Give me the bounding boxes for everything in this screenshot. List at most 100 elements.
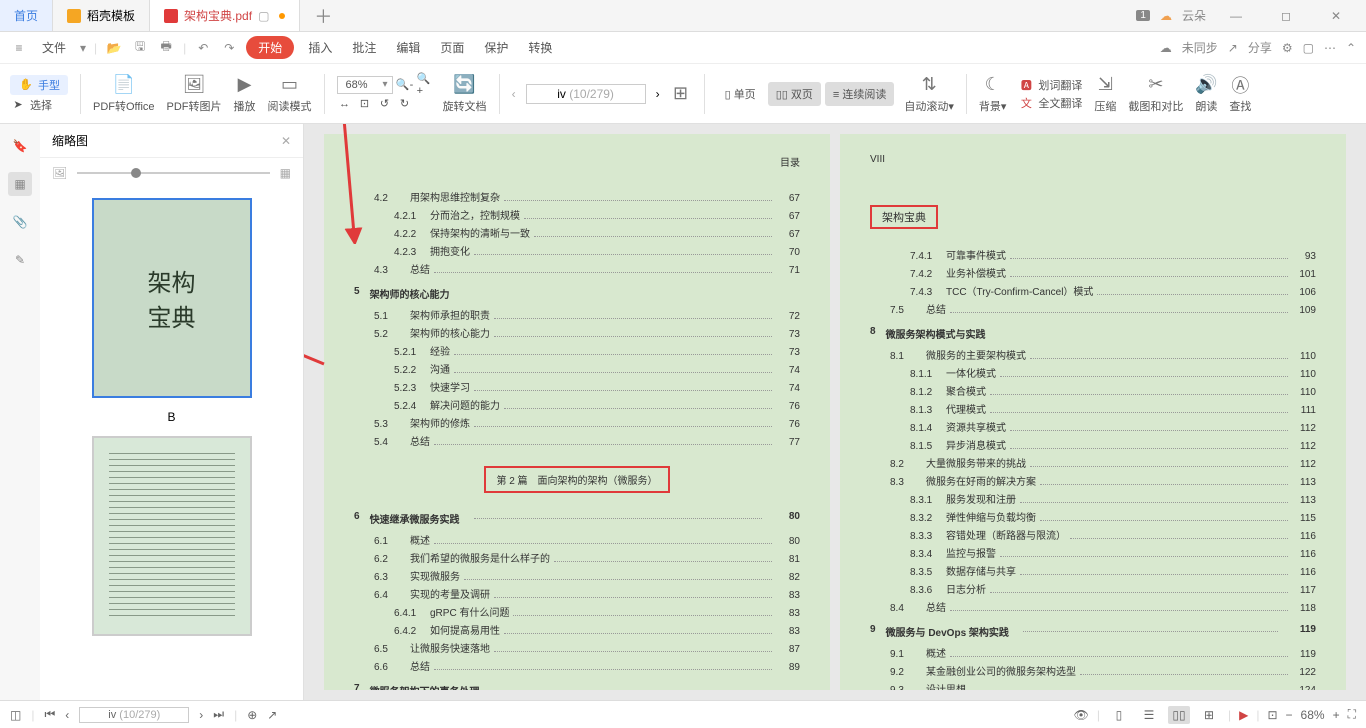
tab-home[interactable]: 首页 bbox=[0, 0, 53, 31]
unsync-label[interactable]: 未同步 bbox=[1182, 39, 1218, 56]
thumb-size-slider[interactable] bbox=[77, 172, 269, 174]
read-mode[interactable]: ▭阅读模式 bbox=[268, 74, 312, 114]
share-icon[interactable]: ↗ bbox=[1228, 41, 1238, 55]
select-tool[interactable]: ➤选择 bbox=[10, 97, 68, 113]
toc-entry: 4.3总结71 bbox=[354, 261, 800, 276]
rotate-left-icon[interactable]: ↺ bbox=[377, 96, 393, 112]
chevron-up-icon[interactable]: ⌃ bbox=[1346, 41, 1356, 55]
next-page-icon[interactable]: › bbox=[656, 87, 660, 101]
toc-entry: 9.1概述119 bbox=[870, 645, 1316, 660]
menu-protect[interactable]: 保护 bbox=[478, 37, 514, 58]
save-icon[interactable]: 🖫 bbox=[131, 39, 149, 57]
double-page[interactable]: ▯▯ 双页 bbox=[768, 82, 821, 106]
pdf-to-office[interactable]: 📄PDF转Office bbox=[93, 74, 155, 114]
compress-btn[interactable]: ⇲压缩 bbox=[1094, 74, 1116, 114]
play-button[interactable]: ▶播放 bbox=[234, 74, 256, 114]
pdf-to-image[interactable]: 🖼PDF转图片 bbox=[167, 74, 222, 114]
fit-width-icon[interactable]: ↔ bbox=[337, 96, 353, 112]
sb-play-icon[interactable]: ▶ bbox=[1239, 708, 1248, 722]
menu-annotate[interactable]: 批注 bbox=[346, 37, 382, 58]
sb-export-icon[interactable]: ↗ bbox=[267, 708, 277, 722]
sb-zoom-in[interactable]: + bbox=[1333, 708, 1340, 722]
sb-double-view[interactable]: ▯▯ bbox=[1168, 706, 1190, 724]
apps-icon[interactable]: ▢ bbox=[1303, 41, 1314, 55]
more-icon[interactable]: ⋯ bbox=[1324, 41, 1336, 55]
window-maximize[interactable]: ◻ bbox=[1266, 9, 1306, 23]
window-minimize[interactable]: — bbox=[1216, 9, 1256, 23]
page-grid[interactable]: ⊞ bbox=[670, 83, 692, 105]
print-icon[interactable]: 🖶 bbox=[157, 39, 175, 57]
sync-icon[interactable]: ☁ bbox=[1160, 41, 1172, 55]
cloud-icon[interactable]: ☁ bbox=[1160, 9, 1172, 23]
close-panel-icon[interactable]: ✕ bbox=[281, 134, 291, 148]
document-viewer[interactable]: 目录 4.2用架构思维控制复杂674.2.1分而治之，控制规模674.2.2保持… bbox=[304, 124, 1366, 700]
single-page[interactable]: ▯ 单页 bbox=[717, 82, 764, 106]
background-btn[interactable]: ☾背景▾ bbox=[979, 74, 1007, 114]
sb-double-cont-view[interactable]: ⊞ bbox=[1198, 706, 1220, 724]
menu-icon[interactable]: ≡ bbox=[10, 39, 28, 57]
zoom-in-icon[interactable]: 🔍+ bbox=[417, 77, 433, 93]
thumb-view-icon[interactable]: 🖼 bbox=[52, 166, 67, 180]
settings-icon[interactable]: ⚙ bbox=[1282, 41, 1293, 55]
thumb-page-1[interactable]: 架构宝典 bbox=[92, 198, 252, 398]
sb-continuous-view[interactable]: ☰ bbox=[1138, 706, 1160, 724]
menu-file[interactable]: 文件 bbox=[36, 37, 72, 58]
sb-last-page[interactable]: ⏭ bbox=[213, 707, 224, 722]
attachment-icon[interactable]: 📎 bbox=[8, 210, 32, 234]
prev-page-icon[interactable]: ‹ bbox=[512, 87, 516, 101]
page-input-top[interactable]: iv (10/279) bbox=[526, 84, 646, 104]
sb-next-page[interactable]: › bbox=[199, 708, 203, 722]
undo-icon[interactable]: ↶ bbox=[194, 39, 212, 57]
fit-page-icon[interactable]: ⊡ bbox=[357, 96, 373, 112]
toc-entry: 6快速继承微服务实践80 bbox=[354, 511, 800, 526]
sb-fit-icon[interactable]: ⊡ bbox=[1267, 708, 1277, 722]
signature-icon[interactable]: ✎ bbox=[8, 248, 32, 272]
redo-icon[interactable]: ↷ bbox=[220, 39, 238, 57]
sb-single-view[interactable]: ▯ bbox=[1108, 706, 1130, 724]
sel-translate[interactable]: 🅰划词翻译 bbox=[1018, 77, 1082, 93]
read-aloud-btn[interactable]: 🔊朗读 bbox=[1195, 74, 1217, 114]
double-icon: ▯▯ bbox=[776, 89, 788, 101]
zoom-out-icon[interactable]: 🔍‑ bbox=[397, 77, 413, 93]
cast-icon[interactable]: ▢ bbox=[258, 9, 269, 23]
tab-add[interactable]: ＋ bbox=[300, 0, 346, 31]
thumb-grid-icon[interactable]: ▦ bbox=[280, 166, 291, 180]
sb-zoom-out[interactable]: − bbox=[1286, 708, 1293, 722]
toc-entry: 7.4.1可靠事件模式93 bbox=[870, 247, 1316, 262]
auto-scroll[interactable]: ⇅自动滚动▾ bbox=[904, 74, 954, 114]
menu-insert[interactable]: 插入 bbox=[302, 37, 338, 58]
sb-prev-page[interactable]: ‹ bbox=[65, 708, 69, 722]
sb-eye-icon[interactable]: 👁 bbox=[1074, 708, 1089, 722]
thumbnail-list[interactable]: 架构宝典 B bbox=[40, 188, 303, 700]
menu-start[interactable]: 开始 bbox=[246, 36, 294, 59]
menu-convert[interactable]: 转换 bbox=[522, 37, 558, 58]
sb-panel-icon[interactable]: ◫ bbox=[10, 708, 21, 722]
toc-entry: 5.4总结77 bbox=[354, 433, 800, 448]
tab-template[interactable]: 稻壳模板 bbox=[53, 0, 150, 31]
sb-insert-icon[interactable]: ⊕ bbox=[247, 708, 257, 722]
full-translate[interactable]: 文全文翻译 bbox=[1018, 95, 1082, 111]
thumbnails-icon[interactable]: ▦ bbox=[8, 172, 32, 196]
badge-count[interactable]: 1 bbox=[1136, 10, 1150, 21]
tab-document[interactable]: 架构宝典.pdf ▢ bbox=[150, 0, 300, 31]
window-close[interactable]: ✕ bbox=[1316, 9, 1356, 23]
crop-compare-btn[interactable]: ✂截图和对比 bbox=[1128, 74, 1183, 114]
open-icon[interactable]: 📂 bbox=[105, 39, 123, 57]
sb-fullscreen-icon[interactable]: ⛶ bbox=[1348, 707, 1356, 722]
toc-entry: 8.3.6日志分析117 bbox=[870, 581, 1316, 596]
share-label[interactable]: 分享 bbox=[1248, 39, 1272, 56]
continuous-read[interactable]: ≡ 连续阅读 bbox=[825, 82, 894, 106]
hand-tool[interactable]: ✋手型 bbox=[10, 75, 68, 95]
rotate-document[interactable]: 🔄旋转文档 bbox=[443, 74, 487, 114]
menu-edit[interactable]: 编辑 bbox=[390, 37, 426, 58]
menu-page[interactable]: 页面 bbox=[434, 37, 470, 58]
moon-icon: ☾ bbox=[982, 74, 1004, 96]
thumb-page-2[interactable] bbox=[92, 436, 252, 636]
bookmark-icon[interactable]: 🔖 bbox=[8, 134, 32, 158]
rotate-right-icon[interactable]: ↻ bbox=[397, 96, 413, 112]
sb-first-page[interactable]: ⏮ bbox=[44, 707, 55, 722]
pdf-icon bbox=[164, 9, 178, 23]
zoom-select[interactable]: 68% bbox=[337, 76, 393, 94]
sb-page-input[interactable]: iv (10/279) bbox=[79, 707, 189, 723]
find-btn[interactable]: Ⓐ查找 bbox=[1229, 74, 1251, 114]
